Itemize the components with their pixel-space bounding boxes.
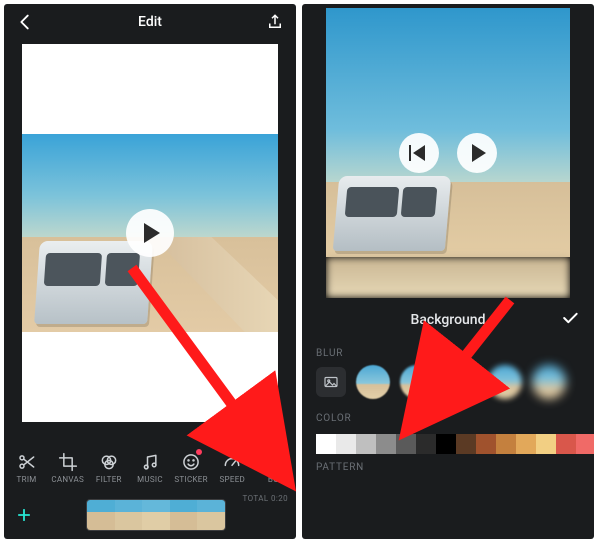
tool-label: TRIM: [17, 475, 37, 484]
tool-label: CANVAS: [51, 475, 84, 484]
crop-icon: [58, 452, 78, 472]
blur-gallery-button[interactable]: [316, 367, 346, 397]
image-icon: [322, 373, 340, 391]
tool-speed[interactable]: SPEED: [212, 451, 253, 484]
check-icon: [560, 308, 580, 328]
section-label-color: COLOR: [302, 407, 594, 430]
export-button[interactable]: [264, 11, 286, 33]
confirm-button[interactable]: [560, 308, 580, 332]
blur-option-5[interactable]: [532, 365, 566, 399]
add-clip-button[interactable]: [10, 501, 38, 529]
background-icon: [263, 452, 283, 472]
color-swatch[interactable]: [336, 434, 356, 454]
filter-icon: [99, 452, 119, 472]
previous-button[interactable]: [399, 133, 439, 173]
blur-option-3[interactable]: [444, 365, 478, 399]
share-icon: [266, 13, 284, 31]
plus-icon: [14, 505, 34, 525]
chevron-left-icon: [14, 11, 36, 33]
letterbox-bottom: [22, 332, 278, 422]
color-swatches: [302, 430, 594, 456]
blur-option-4[interactable]: [488, 365, 522, 399]
color-swatch[interactable]: [356, 434, 376, 454]
music-note-icon: [140, 452, 160, 472]
color-swatch[interactable]: [536, 434, 556, 454]
tool-canvas[interactable]: CANVAS: [47, 451, 88, 484]
color-swatch[interactable]: [476, 434, 496, 454]
tool-label: FILTER: [96, 475, 122, 484]
tool-music[interactable]: MUSIC: [129, 451, 170, 484]
color-swatch[interactable]: [496, 434, 516, 454]
top-bar: Edit: [4, 4, 296, 40]
color-swatch[interactable]: [576, 434, 594, 454]
color-swatch[interactable]: [376, 434, 396, 454]
tool-label: STICKER: [174, 475, 208, 484]
section-label-pattern: PATTERN: [302, 456, 594, 472]
blur-option-1[interactable]: [356, 365, 390, 399]
editor-screen: Edit TRIM CANVAS FILTER MUS: [4, 4, 296, 539]
video-preview[interactable]: [326, 8, 570, 298]
play-button[interactable]: [126, 209, 174, 257]
tool-label: BG: [268, 475, 279, 484]
timeline-clip[interactable]: [86, 499, 226, 531]
color-swatch[interactable]: [316, 434, 336, 454]
blur-option-2[interactable]: [400, 365, 434, 399]
panel-header: Background: [302, 298, 594, 342]
letterbox-top: [22, 44, 278, 134]
video-canvas[interactable]: [22, 44, 278, 422]
video-frame: [22, 134, 278, 332]
back-button[interactable]: [14, 11, 36, 33]
color-swatch[interactable]: [416, 434, 436, 454]
screen-title: Edit: [138, 14, 162, 30]
color-swatch[interactable]: [396, 434, 416, 454]
timeline: [4, 491, 296, 539]
color-swatch[interactable]: [436, 434, 456, 454]
color-swatch[interactable]: [556, 434, 576, 454]
play-button[interactable]: [457, 133, 497, 173]
playback-controls: [399, 133, 497, 173]
section-label-blur: BLUR: [302, 342, 594, 365]
tool-label: SPEED: [219, 475, 245, 484]
emoji-icon: [181, 452, 201, 472]
tool-sticker[interactable]: STICKER: [171, 451, 212, 484]
tool-bar: TRIM CANVAS FILTER MUSIC STICKER SPEED B…: [4, 443, 296, 491]
blur-options: [302, 365, 594, 407]
color-swatch[interactable]: [516, 434, 536, 454]
scissors-icon: [17, 452, 37, 472]
tool-trim[interactable]: TRIM: [6, 451, 47, 484]
notification-dot-icon: [196, 449, 202, 455]
tool-label: MUSIC: [137, 475, 163, 484]
tool-filter[interactable]: FILTER: [88, 451, 129, 484]
panel-title: Background: [411, 312, 486, 328]
background-screen: Background BLUR COLOR PATTERN: [302, 4, 594, 539]
color-swatch[interactable]: [456, 434, 476, 454]
gauge-icon: [222, 452, 242, 472]
tool-bg[interactable]: BG: [253, 451, 294, 484]
